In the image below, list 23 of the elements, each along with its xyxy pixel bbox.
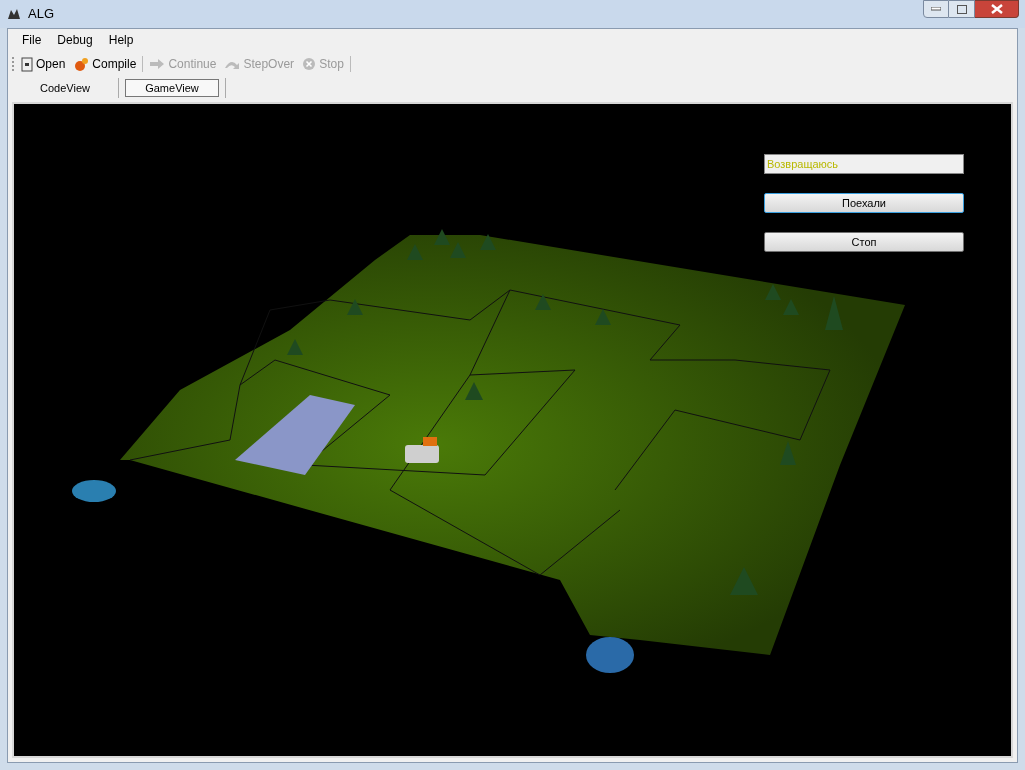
stop-icon [302,57,317,71]
app-icon [6,7,22,21]
maximize-button[interactable] [949,0,975,18]
status-field: Возвращаюсь [764,154,964,174]
menu-item[interactable]: Help [104,31,138,49]
menu-item[interactable]: File [18,31,46,49]
game-button[interactable]: Стоп [764,232,964,252]
minimize-icon [931,7,941,11]
menu-item[interactable]: Debug [53,31,97,49]
view-tab[interactable]: CodeView [18,79,112,97]
window-title: ALG [28,5,54,24]
minimize-button[interactable] [923,0,949,18]
close-icon [990,4,1003,14]
bug-icon [73,56,90,72]
arrow-icon [149,58,166,70]
view-tab[interactable]: GameView [125,79,219,97]
open-button[interactable]: Open [19,54,68,74]
document-icon [21,56,33,72]
close-button[interactable] [975,0,1019,18]
game-button[interactable]: Поехали [764,193,964,213]
compile-button[interactable]: Compile [71,54,139,74]
maximize-icon [956,4,967,14]
toolbar-grip-icon [12,56,15,72]
